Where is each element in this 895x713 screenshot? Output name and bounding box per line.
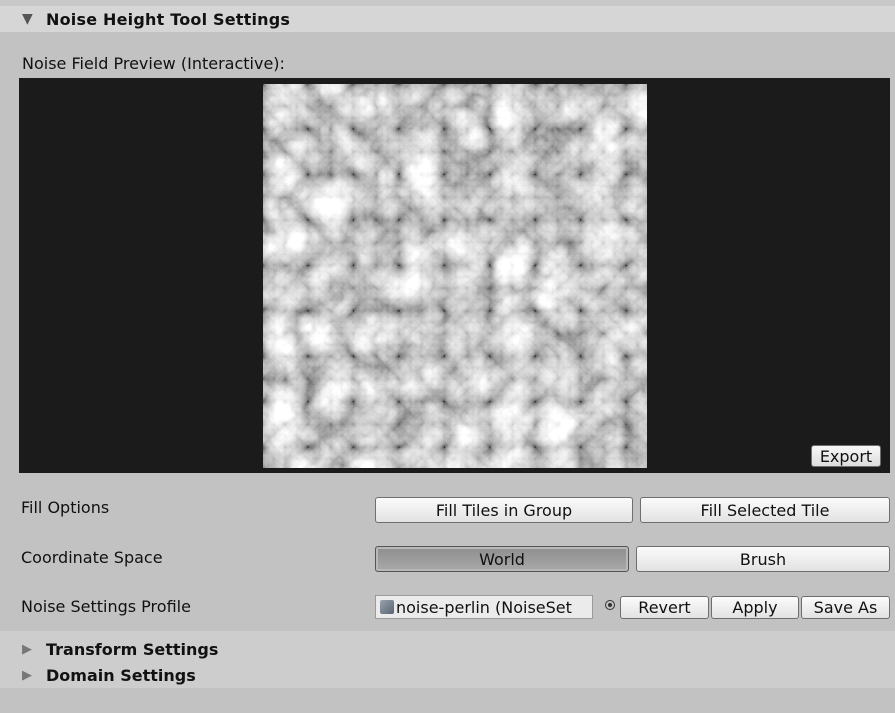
noise-preview-panel[interactable]: Export — [19, 78, 890, 473]
export-button[interactable]: Export — [811, 445, 881, 467]
apply-button[interactable]: Apply — [711, 596, 799, 619]
panel-title: Noise Height Tool Settings — [46, 9, 291, 29]
fill-tiles-in-group-button[interactable]: Fill Tiles in Group — [375, 497, 633, 523]
scriptable-object-icon — [380, 600, 394, 614]
coordinate-space-label: Coordinate Space — [21, 548, 163, 567]
world-toggle-button[interactable]: World — [375, 546, 629, 572]
noise-profile-object-field[interactable]: noise-perlin (NoiseSet — [375, 595, 593, 619]
domain-settings-title: Domain Settings — [46, 665, 196, 685]
brush-toggle-button[interactable]: Brush — [636, 546, 890, 572]
revert-button[interactable]: Revert — [620, 596, 709, 619]
noise-preview-image[interactable] — [263, 84, 647, 468]
fill-selected-tile-button[interactable]: Fill Selected Tile — [640, 497, 890, 523]
save-as-button[interactable]: Save As — [801, 596, 890, 619]
transform-settings-title: Transform Settings — [46, 639, 219, 659]
domain-settings-header[interactable]: ▶ Domain Settings — [22, 664, 196, 686]
panel-header[interactable]: ▼ Noise Height Tool Settings — [0, 6, 895, 32]
bottom-strip — [0, 688, 895, 713]
triangle-right-icon[interactable]: ▶ — [22, 668, 36, 683]
object-picker-icon[interactable] — [605, 600, 615, 610]
noise-profile-value: noise-perlin (NoiseSet — [396, 597, 572, 617]
fill-options-label: Fill Options — [21, 498, 110, 517]
transform-settings-header[interactable]: ▶ Transform Settings — [22, 638, 218, 660]
triangle-right-icon[interactable]: ▶ — [22, 642, 36, 657]
noise-settings-profile-label: Noise Settings Profile — [21, 597, 191, 616]
triangle-down-icon[interactable]: ▼ — [22, 11, 36, 27]
preview-label: Noise Field Preview (Interactive): — [22, 54, 285, 73]
